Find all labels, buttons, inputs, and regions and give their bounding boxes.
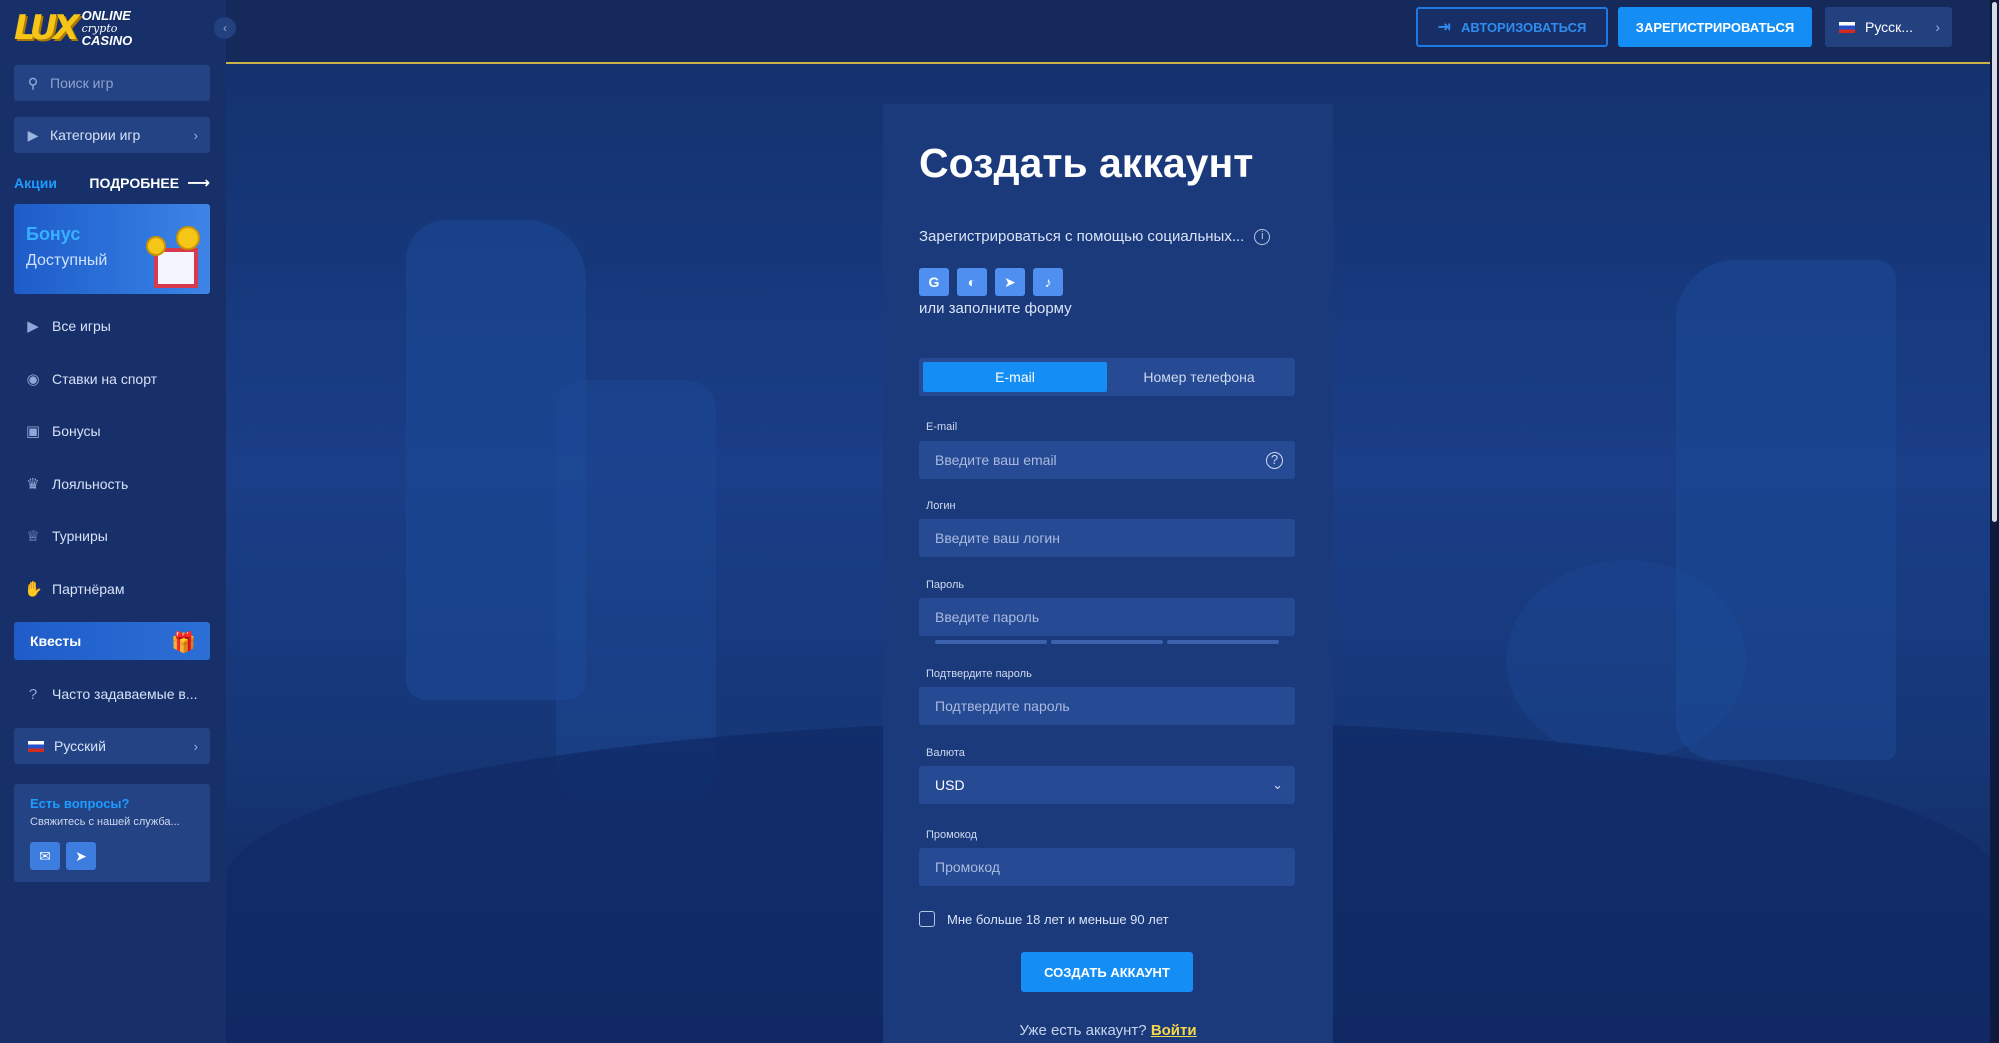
login-label: Логин — [926, 500, 956, 512]
chevron-right-icon: › — [1935, 19, 1940, 35]
register-button[interactable]: ЗАРЕГИСТРИРОВАТЬСЯ — [1618, 7, 1812, 47]
google-icon[interactable]: G — [919, 268, 949, 296]
more-link[interactable]: ПОДРОБНЕЕ ⟶ — [89, 173, 210, 193]
sidebar: LUX ONLINE crypto CASINO ⚲ Поиск игр ▶ К… — [0, 0, 226, 1043]
search-icon: ⚲ — [27, 74, 39, 91]
collapse-sidebar-button[interactable]: ‹ — [214, 17, 236, 39]
page-title: Создать аккаунт — [919, 140, 1254, 186]
tab-email[interactable]: E-mail — [923, 362, 1107, 392]
social-register-label: Зарегистрироваться с помощью социальных.… — [919, 228, 1271, 245]
registration-panel: Создать аккаунт Зарегистрироваться с пом… — [883, 104, 1333, 1043]
logo-mark: LUX — [14, 8, 80, 48]
language-selector-top[interactable]: Русск... › — [1825, 7, 1952, 47]
confirm-password-field[interactable]: Подтвердите пароль — [919, 687, 1295, 725]
email-support-icon[interactable]: ✉ — [30, 842, 60, 870]
play-icon: ▶ — [27, 318, 39, 335]
tiktok-icon[interactable]: ♪ — [1033, 268, 1063, 296]
register-method-tabs: E-mail Номер телефона — [919, 358, 1295, 396]
trophy-icon: ♕ — [26, 528, 40, 545]
russian-flag-icon — [28, 740, 44, 752]
promo-label: Промокод — [926, 829, 978, 841]
sidebar-item-all-games[interactable]: ▶ Все игры — [24, 315, 111, 337]
tab-phone[interactable]: Номер телефона — [1107, 362, 1291, 392]
loyalty-icon: ♛ — [26, 476, 40, 493]
email-field[interactable]: Введите ваш email ? — [919, 441, 1295, 479]
casino-logo[interactable]: LUX ONLINE crypto CASINO — [14, 4, 134, 52]
play-icon: ▶ — [27, 126, 39, 143]
info-icon[interactable]: i — [1254, 228, 1271, 245]
sidebar-item-tournaments[interactable]: ♕ Турниры — [24, 525, 108, 547]
gift-icon: ▣ — [25, 423, 41, 440]
password-field[interactable]: Введите пароль — [919, 598, 1295, 636]
scrollbar-thumb[interactable] — [1992, 2, 1997, 522]
social-buttons: G ◐ ➤ ♪ — [919, 268, 1063, 296]
bonus-banner[interactable]: Бонус Доступный — [14, 204, 210, 294]
chevron-right-icon: › — [193, 738, 198, 754]
gift-icon: 🎁 — [171, 632, 196, 654]
password-strength-meter — [935, 640, 1279, 644]
game-categories-button[interactable]: ▶ Категории игр › — [14, 117, 210, 153]
steam-icon[interactable]: ◐ — [957, 268, 987, 296]
question-icon: ? — [28, 685, 38, 703]
help-icon[interactable]: ? — [1266, 451, 1283, 469]
chevron-down-icon: ⌄ — [1272, 777, 1283, 792]
sport-ball-icon: ◉ — [26, 371, 40, 388]
sidebar-item-faq[interactable]: ? Часто задаваемые в... — [24, 683, 198, 705]
age-checkbox[interactable] — [919, 911, 935, 927]
confirm-password-label: Подтвердите пароль — [926, 668, 1032, 680]
signin-prompt: Уже есть аккаунт? Войти — [1019, 1022, 1197, 1039]
chevron-right-icon: › — [193, 127, 198, 143]
login-field[interactable]: Введите ваш логин — [919, 519, 1295, 557]
game-search[interactable]: ⚲ Поиск игр — [14, 65, 210, 101]
language-selector-sidebar[interactable]: Русский › — [14, 728, 210, 764]
arrow-right-icon: ⟶ — [187, 175, 210, 192]
email-label: E-mail — [926, 421, 958, 433]
create-account-button[interactable]: СОЗДАТЬ АККАУНТ — [1021, 952, 1193, 992]
promotions-header: Акции ПОДРОБНЕЕ ⟶ — [14, 173, 210, 193]
handshake-icon: ✋ — [24, 581, 43, 598]
russian-flag-icon — [1839, 21, 1855, 33]
currency-select[interactable]: USD ⌄ — [919, 766, 1295, 804]
signin-link[interactable]: Войти — [1151, 1022, 1197, 1039]
sidebar-item-sports[interactable]: ◉ Ставки на спорт — [24, 368, 157, 390]
telegram-icon[interactable]: ➤ — [995, 268, 1025, 296]
login-button[interactable]: ⇥ АВТОРИЗОВАТЬСЯ — [1416, 7, 1608, 47]
sidebar-item-loyalty[interactable]: ♛ Лояльность — [24, 473, 128, 495]
promotions-link[interactable]: Акции — [14, 175, 57, 191]
gift-coins-illustration — [146, 226, 204, 288]
logo-text: ONLINE crypto CASINO — [81, 7, 133, 48]
sidebar-item-bonuses[interactable]: ▣ Бонусы — [24, 420, 101, 442]
currency-label: Валюта — [926, 747, 965, 759]
quests-banner[interactable]: Квесты 🎁 — [14, 622, 210, 660]
password-label: Пароль — [926, 579, 965, 591]
telegram-support-icon[interactable]: ➤ — [66, 842, 96, 870]
login-icon: ⇥ — [1437, 19, 1452, 36]
support-box: Есть вопросы? Свяжитесь с нашей служба..… — [14, 784, 210, 882]
or-fill-form-label: или заполните форму — [919, 300, 1072, 317]
age-confirm-row: Мне больше 18 лет и меньше 90 лет — [919, 911, 1169, 927]
promo-code-field[interactable]: Промокод — [919, 848, 1295, 886]
sidebar-item-partners[interactable]: ✋ Партнёрам — [24, 578, 124, 600]
